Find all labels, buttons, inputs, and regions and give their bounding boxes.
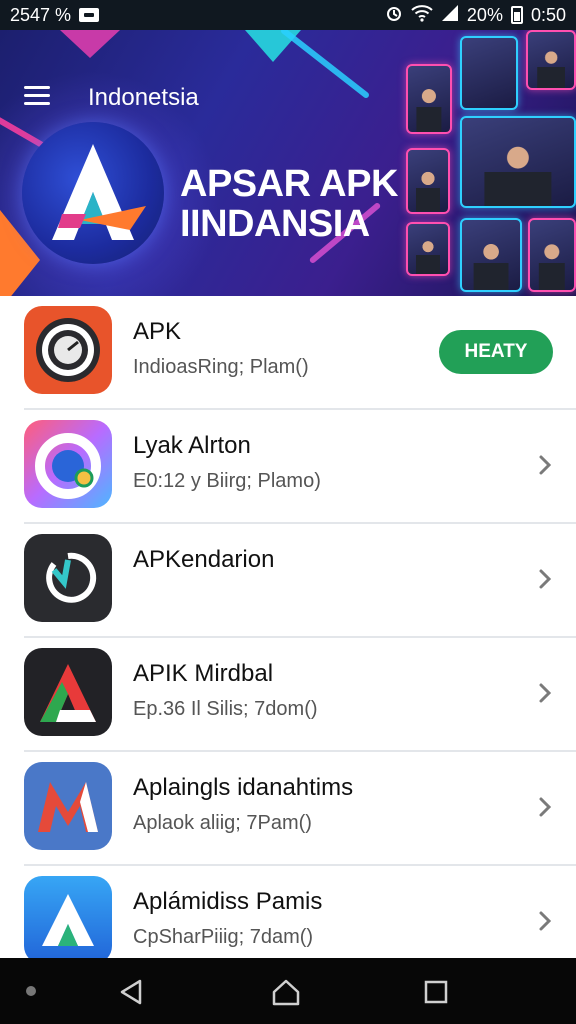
media-tile: [460, 36, 518, 110]
back-icon[interactable]: [116, 976, 148, 1008]
app-subtitle: E0:12 y Biirg; Plamo): [133, 470, 321, 492]
media-tile: [528, 218, 576, 292]
header-title: Indonetsia: [88, 84, 199, 111]
battery-icon: [510, 6, 523, 24]
list-item[interactable]: APKendarion: [0, 524, 576, 638]
navigation-bar: [0, 958, 576, 1024]
media-tile: [460, 218, 522, 292]
headline-line-1: APSAR APK: [180, 163, 398, 205]
chevron-right-icon[interactable]: [538, 796, 552, 818]
app-subtitle: Aplaok aliig; 7Pam(): [133, 812, 312, 834]
app-subtitle: IndioasRing; Plam(): [133, 356, 309, 378]
media-tile: [406, 64, 452, 134]
app-list: APK IndioasRing; Plam() HEATY Lyak Alrto…: [0, 296, 576, 958]
message-icon: [79, 8, 100, 22]
clock-dial-icon: [24, 306, 112, 394]
app-subtitle: Ep.36 Il Silis; 7dom(): [133, 698, 318, 720]
chevron-right-icon[interactable]: [538, 568, 552, 590]
battery-percent: 20%: [466, 4, 503, 25]
media-tile: [526, 30, 576, 90]
app-name: APK: [133, 318, 182, 345]
screen: 2547 % 20% 0:50 Indonetsia APSAR APK IIN…: [0, 0, 576, 1024]
status-right: 20% 0:50: [385, 4, 566, 27]
list-item[interactable]: APIK Mirdbal Ep.36 Il Silis; 7dom(): [0, 638, 576, 752]
hero-banner: Indonetsia A APSAR APK IINDANSIA: [0, 30, 576, 296]
chevron-right-icon[interactable]: [538, 454, 552, 476]
recents-icon[interactable]: [420, 976, 452, 1008]
install-button[interactable]: HEATY: [439, 330, 553, 374]
app-name: Aplámidiss Pamis: [133, 888, 323, 915]
alarm-icon: [385, 4, 403, 27]
wifi-icon: [411, 4, 433, 27]
list-item[interactable]: Lyak Alrton E0:12 y Biirg; Plamo): [0, 410, 576, 524]
ring-app-icon: [24, 420, 112, 508]
status-bar: 2547 % 20% 0:50: [0, 0, 576, 30]
chevron-right-icon[interactable]: [538, 682, 552, 704]
a-triangle-icon: [24, 648, 112, 736]
app-logo: A: [22, 122, 164, 264]
media-tile: [460, 116, 576, 208]
m-letter-icon: [24, 762, 112, 850]
app-name: APKendarion: [133, 546, 275, 573]
chevron-right-icon[interactable]: [538, 910, 552, 932]
app-name: Lyak Alrton: [133, 432, 251, 459]
media-tile: [406, 148, 450, 214]
media-tile: [406, 222, 450, 276]
status-left-text: 2547 %: [10, 4, 72, 25]
list-item[interactable]: APK IndioasRing; Plam() HEATY: [0, 296, 576, 410]
a-blue-icon: [24, 876, 112, 958]
clock: 0:50: [530, 4, 566, 25]
nav-indicator-dot: [26, 986, 36, 996]
headline-line-2: IINDANSIA: [180, 203, 370, 245]
app-subtitle: CpSharPiiig; 7dam(): [133, 926, 314, 948]
app-name: Aplaingls idanahtims: [133, 774, 354, 801]
list-item[interactable]: Aplaingls idanahtims Aplaok aliig; 7Pam(…: [0, 752, 576, 866]
decor-stripe: [279, 30, 371, 100]
banner-headline: APSAR APK IINDANSIA: [180, 164, 420, 244]
app-name: APIK Mirdbal: [133, 660, 274, 687]
sync-circle-icon: [24, 534, 112, 622]
decor-triangle-pink: [60, 30, 120, 58]
media-wall: [400, 30, 576, 296]
signal-icon: [441, 4, 459, 27]
status-left: 2547 %: [10, 4, 100, 26]
hamburger-menu-icon[interactable]: [24, 86, 50, 106]
home-icon[interactable]: [270, 976, 302, 1008]
list-item[interactable]: Aplámidiss Pamis CpSharPiiig; 7dam(): [0, 866, 576, 958]
